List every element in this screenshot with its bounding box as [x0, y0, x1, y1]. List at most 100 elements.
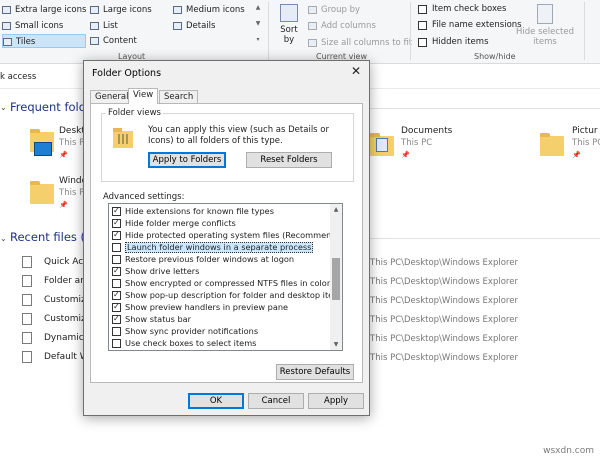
- advanced-setting-row[interactable]: Show pop-up description for folder and d…: [109, 289, 342, 301]
- medium-icons-icon: [173, 6, 182, 14]
- setting-checkbox[interactable]: [112, 313, 121, 324]
- details-icon: [173, 22, 182, 30]
- advanced-setting-row[interactable]: Show sync provider notifications: [109, 326, 331, 337]
- setting-checkbox[interactable]: [112, 229, 121, 240]
- hide-selected-icon: [537, 4, 553, 24]
- pin-icon: 📌: [59, 151, 68, 159]
- frequent-header-line: [370, 108, 600, 109]
- advanced-setting-row[interactable]: Show drive letters: [109, 265, 331, 277]
- file-name-extensions-checkbox[interactable]: [418, 21, 427, 30]
- layout-item-label: Small icons: [15, 21, 64, 31]
- setting-label: Show sync provider notifications: [125, 326, 259, 336]
- setting-checkbox[interactable]: [112, 243, 121, 252]
- advanced-setting-row-focused[interactable]: Launch folder windows in a separate proc…: [109, 242, 331, 253]
- file-icon: [22, 351, 32, 363]
- folder-view-icon: [113, 128, 133, 148]
- frequent-folder-name[interactable]: Documents: [401, 126, 452, 136]
- advanced-setting-row[interactable]: Hide extensions for known file types: [109, 205, 331, 217]
- recent-file-path: This PC\Desktop\Windows Explorer: [370, 296, 518, 306]
- frequent-collapse-chevron-icon[interactable]: ⌄: [0, 103, 7, 112]
- tab-general[interactable]: General: [90, 90, 134, 103]
- layout-item-label: Large icons: [103, 5, 152, 15]
- hide-selected-items-button[interactable]: Hide selected items: [516, 4, 574, 47]
- setting-checkbox[interactable]: [112, 339, 121, 348]
- setting-checkbox[interactable]: [112, 255, 121, 264]
- hidden-items-checkbox[interactable]: [418, 38, 427, 47]
- advanced-setting-row[interactable]: Show preview handlers in preview pane: [109, 301, 331, 313]
- advanced-setting-row[interactable]: Hide folder merge conflicts: [109, 217, 331, 229]
- hide-selected-label-2: items: [533, 37, 557, 47]
- layout-large-icons[interactable]: Large icons: [90, 3, 152, 17]
- cancel-button[interactable]: Cancel: [248, 393, 304, 409]
- advanced-list-scrollbar[interactable]: ▲ ▼: [330, 204, 342, 350]
- advanced-setting-row[interactable]: Use check boxes to select items: [109, 338, 331, 349]
- sort-by-button[interactable]: Sort by: [276, 4, 302, 50]
- tab-search[interactable]: Search: [159, 90, 199, 103]
- recent-collapse-chevron-icon[interactable]: ⌄: [0, 234, 7, 243]
- layout-small-icons[interactable]: Small icons: [2, 19, 63, 33]
- list-icon: [90, 22, 99, 30]
- setting-checkbox[interactable]: [112, 301, 121, 312]
- tab-view[interactable]: View: [128, 88, 159, 104]
- scroll-up-arrow-icon[interactable]: ▲: [330, 204, 342, 215]
- setting-label: Show preview handlers in preview pane: [125, 302, 289, 312]
- frequent-folder-name[interactable]: Pictur: [572, 126, 598, 136]
- ok-button[interactable]: OK: [188, 393, 244, 409]
- address-bar[interactable]: k access: [0, 72, 36, 86]
- layout-expand-icon[interactable]: ▾: [254, 36, 262, 44]
- group-by-button[interactable]: Group by: [308, 3, 360, 17]
- item-check-boxes-checkbox[interactable]: [418, 5, 427, 14]
- frequent-folder-location: This PC: [401, 138, 433, 148]
- folder-views-title: Folder views: [106, 108, 163, 118]
- advanced-setting-row[interactable]: Show status bar: [109, 313, 331, 325]
- add-columns-button[interactable]: Add columns: [308, 19, 376, 33]
- apply-button[interactable]: Apply: [308, 393, 364, 409]
- setting-checkbox[interactable]: [112, 327, 121, 336]
- recent-file-path: This PC\Desktop\Windows Explorer: [370, 258, 518, 268]
- setting-checkbox[interactable]: [112, 289, 121, 300]
- file-icon: [22, 294, 32, 306]
- setting-label: Hide extensions for known file types: [125, 206, 274, 216]
- setting-label: Show status bar: [125, 314, 192, 324]
- setting-label: Restore previous folder windows at logon: [125, 254, 295, 264]
- layout-list[interactable]: List: [90, 19, 118, 33]
- setting-checkbox[interactable]: [112, 279, 121, 288]
- size-columns-icon: [308, 39, 317, 47]
- desktop-icon: [34, 142, 52, 156]
- recent-file-name[interactable]: Default W: [44, 352, 89, 362]
- advanced-settings-list[interactable]: Hide extensions for known file types Hid…: [108, 203, 343, 351]
- pin-icon: 📌: [59, 201, 68, 209]
- setting-label: Show pop-up description for folder and d…: [125, 290, 343, 300]
- sort-by-icon: [280, 4, 298, 22]
- apply-to-folders-button[interactable]: Apply to Folders: [148, 152, 226, 168]
- reset-folders-button[interactable]: Reset Folders: [246, 152, 332, 168]
- file-icon: [22, 275, 32, 287]
- size-all-columns-button[interactable]: Size all columns to fit: [308, 36, 412, 50]
- layout-item-label: Extra large icons: [15, 5, 87, 15]
- layout-scroll-down-icon[interactable]: ▼: [254, 20, 262, 28]
- view-tab-panel: Folder views You can apply this view (su…: [90, 103, 363, 383]
- advanced-setting-row[interactable]: Restore previous folder windows at logon: [109, 254, 331, 265]
- setting-label: Launch folder windows in a separate proc…: [125, 242, 314, 253]
- restore-defaults-button[interactable]: Restore Defaults: [276, 364, 354, 380]
- setting-label: Hide folder merge conflicts: [125, 218, 236, 228]
- advanced-setting-row[interactable]: Hide protected operating system files (R…: [109, 229, 342, 241]
- layout-tiles[interactable]: Tiles: [2, 34, 86, 48]
- layout-medium-icons[interactable]: Medium icons: [173, 3, 245, 17]
- folder-options-dialog: Folder Options ✕ General View Search Fol…: [83, 60, 370, 416]
- recent-file-name[interactable]: Quick Acc: [44, 257, 88, 267]
- scroll-down-arrow-icon[interactable]: ▼: [330, 339, 342, 350]
- advanced-setting-row[interactable]: Show encrypted or compressed NTFS files …: [109, 278, 331, 289]
- layout-scroll-up-icon[interactable]: ▲: [254, 4, 262, 12]
- close-icon[interactable]: ✕: [351, 64, 361, 78]
- layout-extra-large-icons[interactable]: Extra large icons: [2, 3, 86, 17]
- setting-checkbox[interactable]: [112, 265, 121, 276]
- setting-checkbox[interactable]: [112, 217, 121, 228]
- frequent-folders-header[interactable]: Frequent folde: [10, 100, 93, 114]
- layout-details[interactable]: Details: [173, 19, 215, 33]
- scrollbar-thumb[interactable]: [332, 258, 340, 300]
- recent-file-path: This PC\Desktop\Windows Explorer: [370, 353, 518, 363]
- layout-item-label: List: [103, 21, 118, 31]
- setting-checkbox[interactable]: [112, 205, 121, 216]
- layout-content[interactable]: Content: [90, 34, 137, 48]
